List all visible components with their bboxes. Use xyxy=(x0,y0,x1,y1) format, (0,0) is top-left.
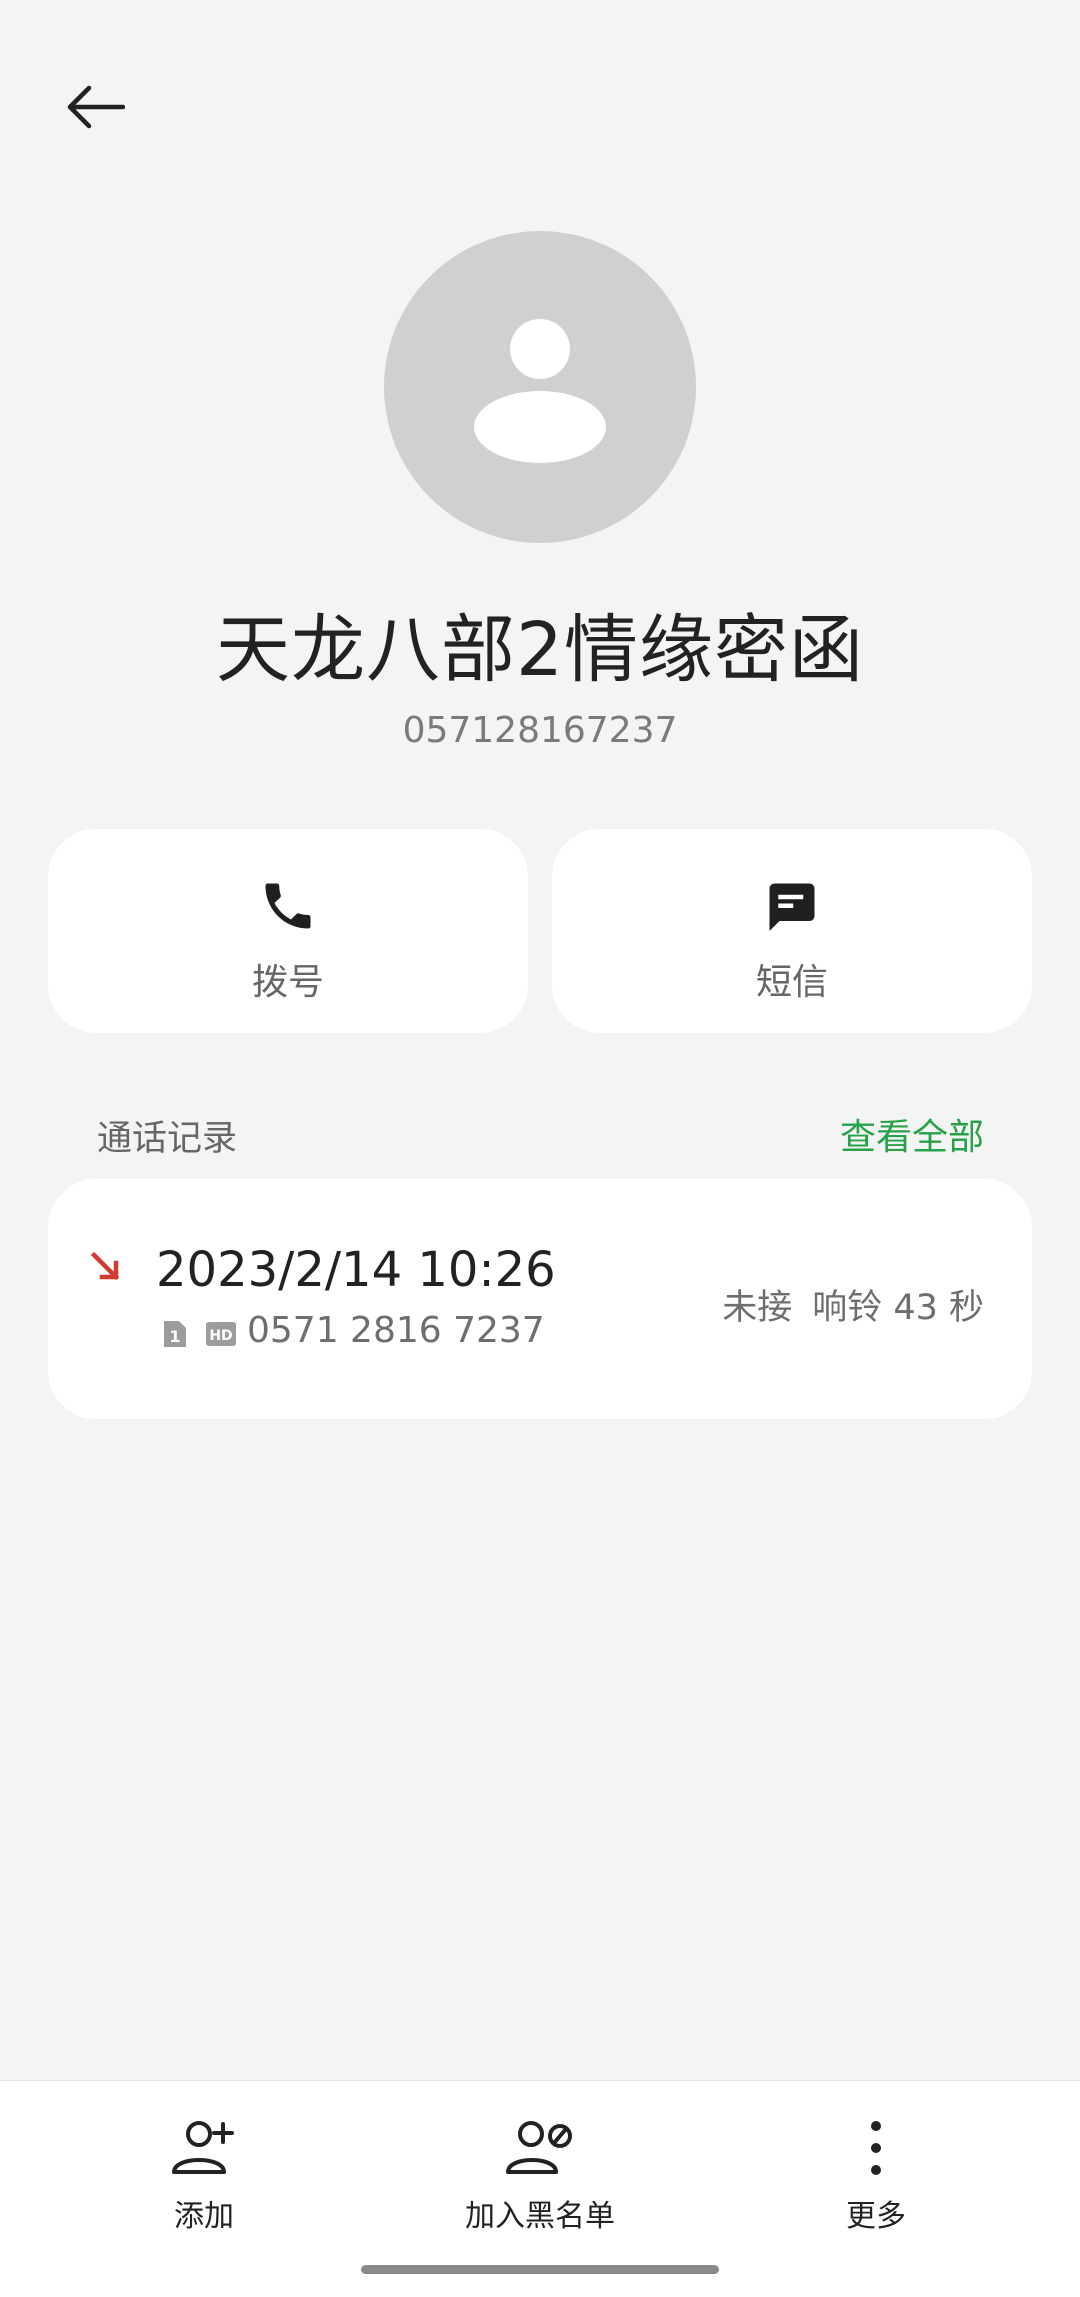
message-label: 短信 xyxy=(755,962,828,1003)
dial-button[interactable]: 拨号 xyxy=(48,829,528,1033)
call-datetime: 2023/2/14 10:26 xyxy=(156,1242,556,1298)
call-status: 未接 响铃 43 秒 xyxy=(722,1279,984,1330)
call-ring-duration: 响铃 43 秒 xyxy=(812,1288,984,1328)
more-label: 更多 xyxy=(846,2199,906,2234)
back-button[interactable] xyxy=(40,62,150,152)
home-indicator[interactable] xyxy=(361,2265,719,2274)
add-contact-icon xyxy=(169,2113,239,2183)
call-log-title: 通话记录 xyxy=(97,1119,238,1159)
person-placeholder-icon xyxy=(474,319,606,463)
call-log-entry[interactable]: 2023/2/14 10:26 1 HD 0571 2816 7237 未接 响… xyxy=(48,1179,1032,1419)
add-contact-label: 添加 xyxy=(174,2199,234,2234)
message-button[interactable]: 短信 xyxy=(552,829,1032,1033)
avatar xyxy=(384,231,696,543)
blacklist-label: 加入黑名单 xyxy=(465,2199,615,2234)
hd-icon: HD xyxy=(205,1320,237,1352)
contact-name: 天龙八部2情缘密函 xyxy=(215,607,865,693)
dial-label: 拨号 xyxy=(251,962,324,1003)
block-contact-icon xyxy=(505,2113,575,2183)
missed-call-icon xyxy=(90,1251,122,1287)
phone-icon xyxy=(258,871,318,941)
contact-number: 057128167237 xyxy=(402,710,678,751)
arrow-left-icon xyxy=(67,85,125,129)
hd-badge-text: HD xyxy=(209,1328,232,1344)
more-button[interactable]: 更多 xyxy=(756,2113,996,2235)
add-contact-button[interactable]: 添加 xyxy=(84,2113,324,2235)
blacklist-button[interactable]: 加入黑名单 xyxy=(420,2113,660,2235)
sim-badge-text: 1 xyxy=(169,1327,180,1346)
more-vertical-icon xyxy=(866,2113,886,2183)
call-number: 0571 2816 7237 xyxy=(247,1310,545,1351)
message-icon xyxy=(762,871,822,941)
call-result: 未接 xyxy=(722,1288,793,1328)
sim-card-icon: 1 xyxy=(162,1319,188,1353)
view-all-link[interactable]: 查看全部 xyxy=(840,1108,984,1160)
